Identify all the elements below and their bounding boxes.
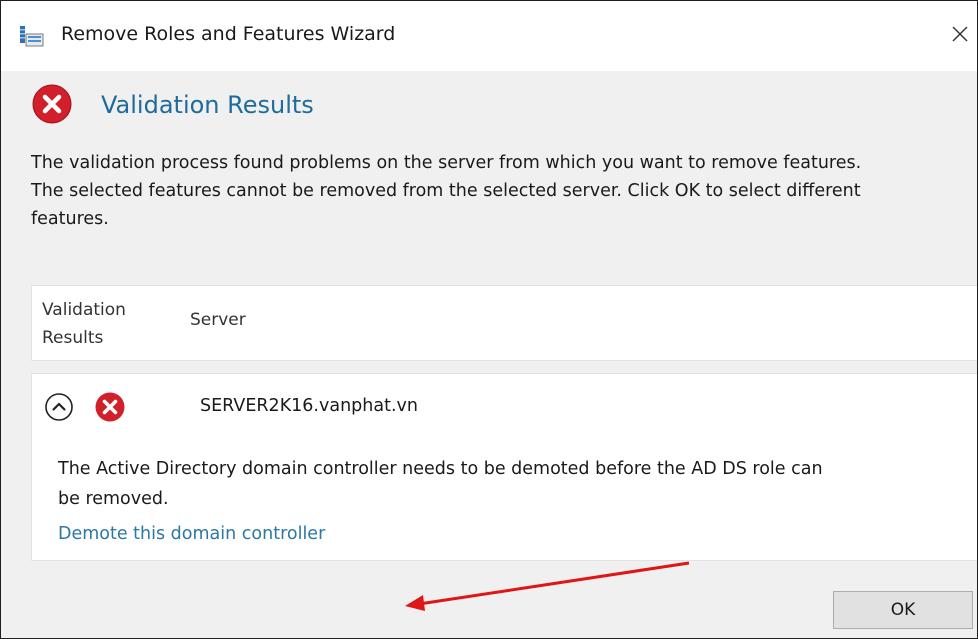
collapse-button[interactable] (44, 392, 74, 422)
title-bar: Remove Roles and Features Wizard (1, 1, 977, 71)
error-icon (31, 83, 73, 125)
wizard-window: Remove Roles and Features Wizard Validat… (0, 0, 978, 639)
results-grid-header: Validation Results Server (31, 285, 977, 361)
server-name: SERVER2K16.vanphat.vn (200, 396, 418, 416)
dialog-content: Validation Results The validation proces… (1, 71, 977, 638)
error-detail: The Active Directory domain controller n… (58, 459, 823, 509)
window-title: Remove Roles and Features Wizard (61, 23, 396, 45)
page-title: Validation Results (101, 91, 314, 119)
result-row: SERVER2K16.vanphat.vn The Active Directo… (31, 373, 977, 561)
close-button[interactable] (943, 19, 977, 53)
column-header-validation-results[interactable]: Validation Results (42, 296, 162, 352)
chevron-up-icon (44, 393, 74, 426)
ok-button[interactable]: OK (833, 591, 973, 629)
validation-message: The validation process found problems on… (31, 153, 862, 229)
column-header-server[interactable]: Server (190, 310, 246, 330)
server-manager-icon (17, 25, 45, 49)
close-icon (951, 25, 969, 47)
red-arrow-annotation (405, 561, 690, 611)
demote-domain-controller-link[interactable]: Demote this domain controller (58, 524, 325, 544)
error-icon (94, 391, 126, 423)
